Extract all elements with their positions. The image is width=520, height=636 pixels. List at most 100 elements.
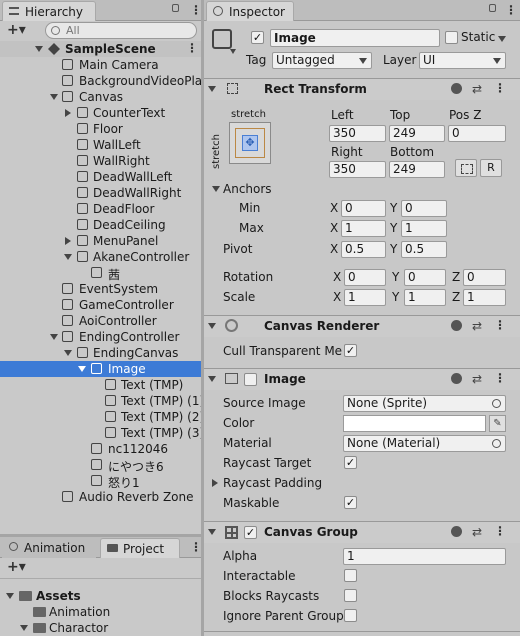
scene-menu-icon[interactable]: ⋮ xyxy=(186,41,198,55)
folder-row[interactable]: Animation xyxy=(0,604,204,620)
hierarchy-item[interactable]: Floor xyxy=(0,121,204,137)
hierarchy-item[interactable]: DeadWallLeft xyxy=(0,169,204,185)
presets-icon[interactable]: ⇄ xyxy=(472,82,482,96)
collapse-icon[interactable] xyxy=(208,376,216,382)
presets-icon[interactable]: ⇄ xyxy=(472,319,482,333)
scale-z-field[interactable]: 1 xyxy=(463,289,506,306)
hierarchy-item[interactable]: 怒り1 xyxy=(0,473,204,490)
hierarchy-item[interactable]: DeadFloor xyxy=(0,201,204,217)
expand-icon[interactable] xyxy=(20,625,28,631)
collapse-icon[interactable] xyxy=(65,109,71,117)
color-field[interactable] xyxy=(343,415,486,432)
anchor-max-x-field[interactable]: 1 xyxy=(341,220,386,237)
top-field[interactable]: 249 xyxy=(389,125,445,142)
static-dropdown-icon[interactable] xyxy=(498,36,506,42)
hierarchy-search-input[interactable]: All xyxy=(45,22,197,39)
hierarchy-item[interactable]: AkaneController xyxy=(0,249,204,265)
lock-icon[interactable] xyxy=(172,4,179,12)
source-image-field[interactable]: None (Sprite) xyxy=(343,395,506,412)
collapse-icon[interactable] xyxy=(208,529,216,535)
material-field[interactable]: None (Material) xyxy=(343,435,506,452)
hierarchy-item[interactable]: MenuPanel xyxy=(0,233,204,249)
rotation-x-field[interactable]: 0 xyxy=(344,269,386,286)
expand-icon[interactable] xyxy=(64,350,72,356)
hierarchy-item[interactable]: nc112046 xyxy=(0,441,204,457)
raycast-padding-expand-icon[interactable] xyxy=(212,479,218,487)
tab-animation[interactable]: Animation xyxy=(2,538,96,558)
rotation-y-field[interactable]: 0 xyxy=(404,269,446,286)
hierarchy-item[interactable]: DeadCeiling xyxy=(0,217,204,233)
icon-dropdown-icon[interactable] xyxy=(230,49,236,54)
object-name-field[interactable]: Image xyxy=(270,29,440,47)
hierarchy-item[interactable]: EventSystem xyxy=(0,281,204,297)
tag-dropdown[interactable]: Untagged xyxy=(272,52,372,69)
expand-icon[interactable] xyxy=(78,366,86,372)
help-icon[interactable] xyxy=(451,83,462,94)
object-picker-icon[interactable] xyxy=(492,399,501,408)
tab-inspector[interactable]: Inspector xyxy=(206,1,294,21)
scale-y-field[interactable]: 1 xyxy=(404,289,446,306)
help-icon[interactable] xyxy=(451,373,462,384)
component-menu-icon[interactable]: ⋮ xyxy=(494,318,506,332)
hierarchy-item[interactable]: Text (TMP) xyxy=(0,377,204,393)
blueprint-mode-button[interactable] xyxy=(455,159,477,177)
collapse-icon[interactable] xyxy=(208,323,216,329)
static-checkbox[interactable] xyxy=(445,31,458,44)
expand-icon[interactable] xyxy=(35,46,43,52)
maskable-checkbox[interactable]: ✓ xyxy=(344,496,357,509)
hierarchy-item[interactable]: Main Camera xyxy=(0,57,204,73)
object-picker-icon[interactable] xyxy=(492,439,501,448)
inspector-menu-icon[interactable]: ⋮ xyxy=(505,3,517,17)
expand-icon[interactable] xyxy=(50,94,58,100)
pivot-y-field[interactable]: 0.5 xyxy=(401,241,447,258)
raycast-target-checkbox[interactable]: ✓ xyxy=(344,456,357,469)
hierarchy-item[interactable]: WallRight xyxy=(0,153,204,169)
posz-field[interactable]: 0 xyxy=(448,125,506,142)
raw-edit-button[interactable]: R xyxy=(480,159,502,177)
active-checkbox[interactable]: ✓ xyxy=(251,31,264,44)
anchors-expand-icon[interactable] xyxy=(212,186,220,192)
cull-transparent-checkbox[interactable]: ✓ xyxy=(344,344,357,357)
component-menu-icon[interactable]: ⋮ xyxy=(494,371,506,385)
presets-icon[interactable]: ⇄ xyxy=(472,372,482,386)
right-field[interactable]: 350 xyxy=(329,161,386,178)
expand-icon[interactable] xyxy=(64,254,72,260)
collapse-icon[interactable] xyxy=(208,86,216,92)
scene-row[interactable]: SampleScene ⋮ xyxy=(0,41,204,57)
pivot-x-field[interactable]: 0.5 xyxy=(341,241,386,258)
hierarchy-item[interactable]: WallLeft xyxy=(0,137,204,153)
hierarchy-item[interactable]: EndingController xyxy=(0,329,204,345)
hierarchy-item[interactable]: Canvas xyxy=(0,89,204,105)
hierarchy-item[interactable]: Text (TMP) (2) xyxy=(0,409,204,425)
hierarchy-item[interactable]: Text (TMP) (3) xyxy=(0,425,204,441)
hierarchy-item[interactable]: AoiController xyxy=(0,313,204,329)
hierarchy-item[interactable]: Text (TMP) (1) xyxy=(0,393,204,409)
presets-icon[interactable]: ⇄ xyxy=(472,525,482,539)
help-icon[interactable] xyxy=(451,320,462,331)
component-menu-icon[interactable]: ⋮ xyxy=(494,524,506,538)
hierarchy-item[interactable]: にやつき6 xyxy=(0,457,204,474)
scale-x-field[interactable]: 1 xyxy=(344,289,386,306)
folder-row[interactable]: Charactor xyxy=(0,620,204,636)
hierarchy-item[interactable]: 茜 xyxy=(0,265,204,282)
bottom-field[interactable]: 249 xyxy=(389,161,445,178)
left-field[interactable]: 350 xyxy=(329,125,386,142)
folder-row-assets[interactable]: Assets xyxy=(0,588,204,604)
layer-dropdown[interactable]: UI xyxy=(419,52,506,69)
hierarchy-item[interactable]: EndingCanvas xyxy=(0,345,204,361)
anchor-presets-button[interactable]: ✥ xyxy=(229,122,271,164)
collapse-icon[interactable] xyxy=(65,237,71,245)
anchor-max-y-field[interactable]: 1 xyxy=(401,220,447,237)
anchor-min-y-field[interactable]: 0 xyxy=(401,200,447,217)
tab-project[interactable]: Project xyxy=(100,538,180,558)
lock-icon[interactable] xyxy=(489,4,496,12)
expand-icon[interactable] xyxy=(6,593,14,599)
alpha-field[interactable]: 1 xyxy=(343,548,506,565)
image-enabled-checkbox[interactable] xyxy=(244,373,257,386)
ignore-parent-groups-checkbox[interactable] xyxy=(344,609,357,622)
interactable-checkbox[interactable] xyxy=(344,569,357,582)
hierarchy-item[interactable]: CounterText xyxy=(0,105,204,121)
hierarchy-add-button[interactable]: +▾ xyxy=(7,22,26,38)
blocks-raycasts-checkbox[interactable] xyxy=(344,589,357,602)
hierarchy-item[interactable]: BackgroundVideoPlay xyxy=(0,73,209,89)
